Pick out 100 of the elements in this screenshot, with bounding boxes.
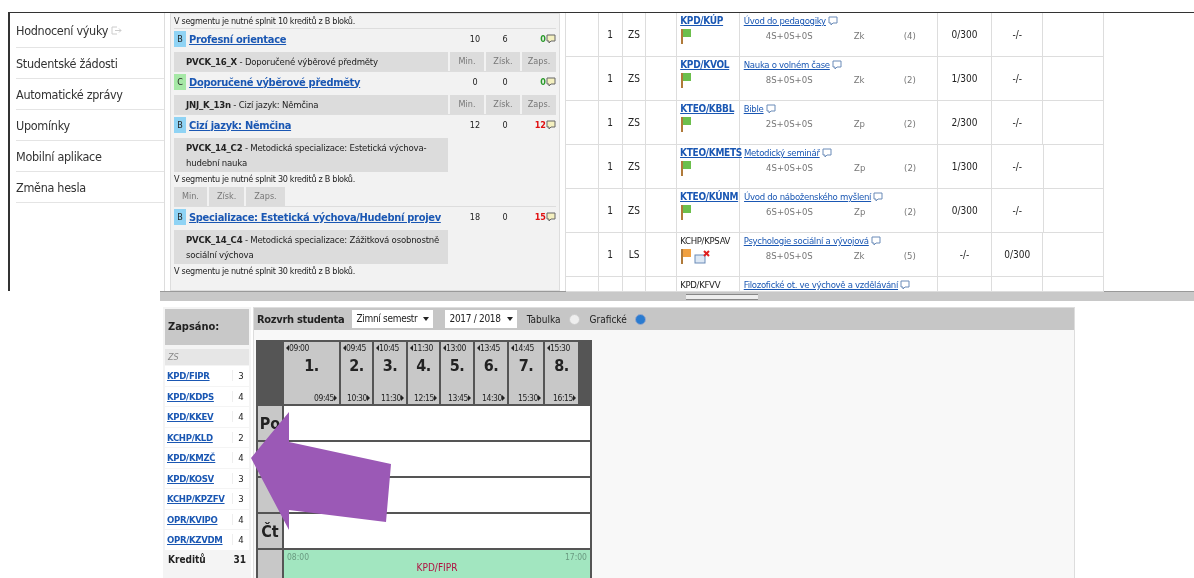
- event-end: 17:00: [564, 552, 587, 562]
- semester-cell: ZS: [628, 117, 640, 128]
- flag-icon[interactable]: [680, 72, 693, 88]
- course-name-link[interactable]: Úvod do náboženského myšlení: [744, 191, 872, 202]
- course-code-link[interactable]: KPD/KVOL: [680, 59, 730, 70]
- course-code-link[interactable]: KPD/KDPS: [165, 390, 233, 402]
- group-title: JNJ_K_13n - Cizí jazyk: Němčina: [174, 95, 448, 114]
- enrolled-course-row[interactable]: KPD/KOSV 3: [165, 468, 249, 488]
- sidebar-link[interactable]: Upomínky: [16, 117, 70, 133]
- year-cell: 1: [607, 161, 613, 172]
- course-name-link[interactable]: Bible: [743, 103, 764, 114]
- flag-icon[interactable]: [680, 204, 693, 220]
- comment-icon[interactable]: [765, 103, 776, 114]
- period-number: 1.: [303, 355, 320, 377]
- comment-icon[interactable]: [821, 147, 832, 158]
- course-name-link[interactable]: Metodický seminář: [744, 147, 820, 158]
- course-code-link[interactable]: KPD/FIPR: [165, 370, 233, 382]
- period-number: 5.: [448, 355, 466, 377]
- period-number: 8.: [553, 355, 570, 377]
- right-triangle-icon: [502, 395, 505, 401]
- course-code-link[interactable]: KPD/KMZČ: [165, 452, 233, 464]
- hours-text: 4S+0S+0S: [766, 162, 814, 173]
- course-code-link[interactable]: KPD/KÚP: [680, 15, 724, 26]
- course-code-link[interactable]: KCHP/KLD: [165, 431, 233, 443]
- sidebar-link[interactable]: Hodnocení výuky: [16, 22, 109, 38]
- view-radio[interactable]: [634, 313, 646, 325]
- block-link[interactable]: Specializace: Estetická výchova/Hudební projev: [189, 210, 460, 224]
- flag-icon[interactable]: [680, 160, 693, 176]
- enrolled-course-row[interactable]: KPD/FIPR 3: [165, 366, 249, 386]
- enrolled-course-row[interactable]: OPR/KZVDM 4: [165, 530, 249, 550]
- enrolled-course-row[interactable]: KCHP/KLD 2: [165, 427, 249, 447]
- enrolled-course-row[interactable]: KCHP/KPZFV 3: [165, 489, 249, 509]
- enrolled-course-row[interactable]: KPD/KKEV 4: [165, 407, 249, 427]
- enrolled-credits: 12: [533, 120, 546, 130]
- comment-icon[interactable]: [546, 120, 556, 130]
- sidebar-link[interactable]: Automatické zprávy: [16, 86, 123, 102]
- enrolled-course-row[interactable]: OPR/KVIPO 4: [165, 509, 249, 529]
- column-header: Min.: [450, 52, 484, 71]
- comment-icon[interactable]: [546, 212, 556, 222]
- course-code-link[interactable]: KCHP/KPSAV: [680, 235, 731, 246]
- hours-text: 4S+0S+0S: [765, 30, 814, 41]
- year-dropdown[interactable]: 2017 / 2018: [445, 310, 517, 328]
- comment-icon[interactable]: [900, 279, 911, 290]
- period-start: 13:00: [446, 343, 467, 353]
- enrolled-course-row[interactable]: KPD/KMZČ 4: [165, 448, 249, 468]
- course-code-link[interactable]: KCHP/KPZFV: [165, 493, 233, 505]
- year-cell: 1: [607, 73, 614, 84]
- period-number: 3.: [381, 355, 399, 377]
- credits-cell-text: 4: [237, 534, 245, 546]
- min-credits: 12: [468, 120, 482, 130]
- sidebar-link[interactable]: Studentské žádosti: [16, 55, 118, 71]
- earned-credits: 0: [501, 120, 509, 130]
- course-code-link[interactable]: OPR/KVIPO: [165, 513, 233, 525]
- enrolled-credits: 15: [533, 212, 546, 222]
- block-badge: B: [174, 31, 186, 47]
- course-code-link[interactable]: KPD/KKEV: [165, 411, 233, 423]
- course-code-link[interactable]: KTEO/KMETS: [680, 147, 742, 158]
- comment-icon[interactable]: [827, 15, 838, 26]
- comment-icon[interactable]: [546, 77, 556, 87]
- course-code-link[interactable]: OPR/KZVDM: [165, 534, 233, 546]
- flag-icon[interactable]: [680, 116, 693, 132]
- credits-cell-text: 4: [237, 411, 245, 423]
- block-link[interactable]: Profesní orientace: [189, 32, 460, 46]
- flag-icon[interactable]: [680, 248, 693, 264]
- course-name-link[interactable]: Psychologie sociální a vývojová: [743, 235, 869, 246]
- year-cell: 1: [607, 117, 614, 128]
- view-radio[interactable]: [568, 313, 580, 325]
- period-number: 2.: [348, 355, 365, 377]
- comment-icon[interactable]: [831, 59, 842, 70]
- course-name-link[interactable]: Úvod do pedagogiky: [743, 15, 826, 26]
- course-code-link[interactable]: KPD/KOSV: [165, 472, 233, 484]
- period-start: 13:45: [480, 343, 501, 353]
- comment-icon[interactable]: [873, 191, 884, 202]
- hours-text: 8S+0S+0S: [765, 74, 814, 85]
- course-code-link[interactable]: KPD/KFVV: [680, 279, 721, 290]
- block-link[interactable]: Doporučené výběrové předměty: [189, 75, 460, 89]
- flag-icon[interactable]: [680, 28, 693, 44]
- course-code-link[interactable]: KTEO/KBBL: [680, 103, 735, 114]
- capacity-cell: 0/300: [951, 205, 978, 216]
- schedule-event[interactable]: 08:00 17:00 KPD/FIPR: [284, 550, 590, 578]
- total-label: Kreditů: [168, 553, 206, 565]
- course-code-link[interactable]: KTEO/KÚNM: [680, 191, 739, 202]
- course-name-link[interactable]: Filozofické ot. ve výchově a vzdělávání: [743, 279, 899, 290]
- comment-icon[interactable]: [546, 34, 556, 44]
- course-name-link[interactable]: Nauka o volném čase: [743, 59, 830, 70]
- event-code: KPD/FIPR: [415, 562, 459, 573]
- semester-dropdown[interactable]: Zimní semestr: [352, 310, 434, 328]
- right-triangle-icon: [334, 395, 337, 401]
- block-link[interactable]: Cizí jazyk: Němčina: [189, 118, 460, 132]
- sidebar-link[interactable]: Mobilní aplikace: [16, 148, 102, 164]
- calendar-cross-icon: [694, 250, 711, 264]
- enrolled-course-row[interactable]: KPD/KDPS 4: [165, 386, 249, 406]
- drag-handle-icon[interactable]: [686, 294, 758, 300]
- right-triangle-icon: [367, 395, 370, 401]
- credits-text: (2): [904, 206, 917, 217]
- comment-icon[interactable]: [870, 235, 881, 246]
- credits-cell-text: 4: [237, 452, 245, 464]
- splitter-bar[interactable]: [160, 291, 1194, 301]
- sidebar-link[interactable]: Změna hesla: [16, 179, 86, 195]
- period-end: 15:30: [517, 393, 538, 403]
